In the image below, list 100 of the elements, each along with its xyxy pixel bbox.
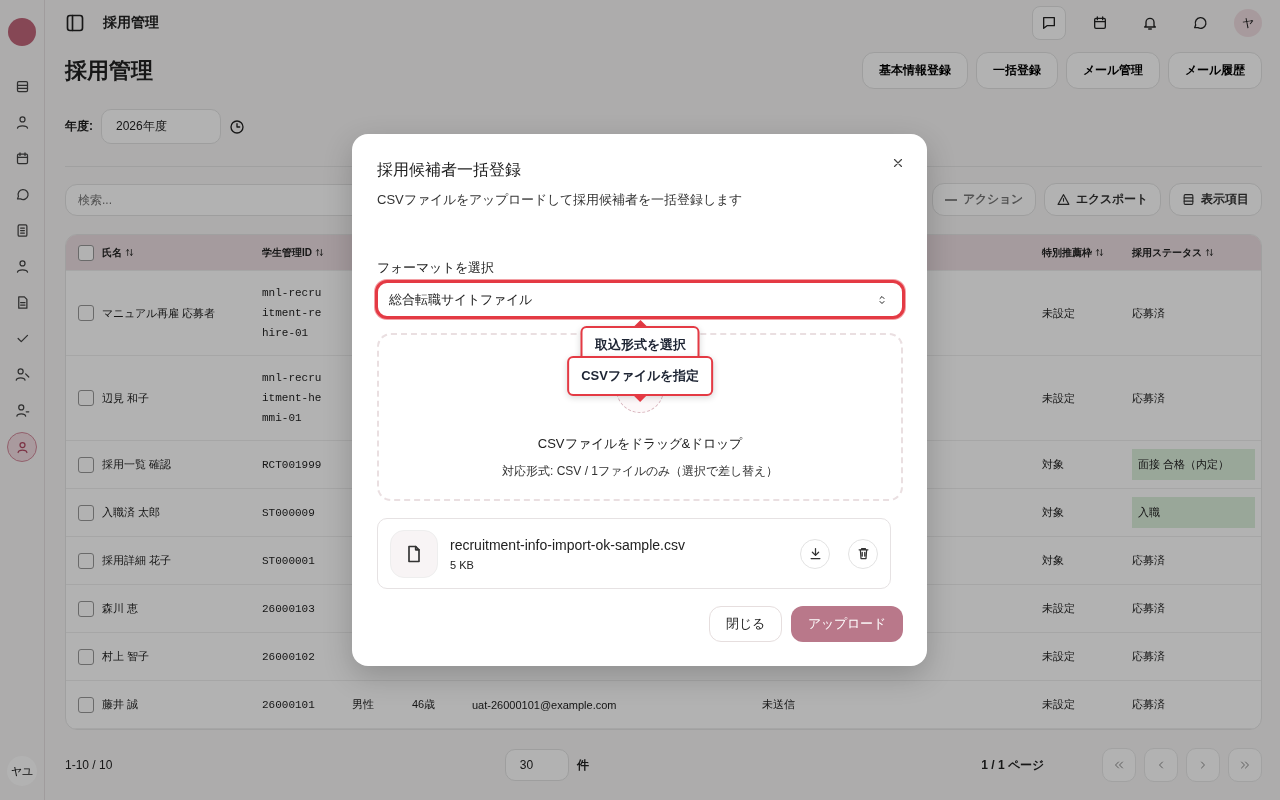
row-checkbox[interactable] — [78, 648, 94, 665]
column-header[interactable]: 学生管理ID — [262, 245, 352, 260]
page-indicator: 1 / 1 ページ — [981, 756, 1044, 774]
close-icon — [891, 156, 905, 170]
table-cell-text: RCT001999 — [262, 457, 323, 473]
table-cell-text: mnl-recruitment-hemmi-01 — [262, 371, 323, 426]
table-cell-text: 未設定 — [1042, 305, 1076, 321]
table-cell-text: 森川 恵 — [102, 601, 140, 616]
bell-icon — [1142, 15, 1158, 31]
column-header[interactable]: 特別推薦枠 — [1042, 245, 1132, 260]
table-cell-text: 入職済 太郎 — [102, 505, 162, 520]
file-size: 5 KB — [450, 558, 475, 571]
nav-icon — [14, 150, 30, 166]
nav-icon — [14, 114, 30, 130]
dialog-title: 採用候補者一括登録 — [377, 160, 521, 180]
select-all-checkbox[interactable] — [78, 244, 94, 261]
header-title: 採用管理 — [103, 14, 159, 32]
status-badge: 面接 合格（内定） — [1132, 449, 1255, 480]
download-button[interactable] — [800, 538, 830, 569]
row-checkbox[interactable] — [78, 600, 94, 617]
page-size-select[interactable]: 30 — [504, 749, 569, 781]
table-cell-text: マニュアル再雇 応募者 — [102, 305, 217, 321]
action-button[interactable]: メール履歴 — [1168, 52, 1262, 89]
row-checkbox[interactable] — [78, 552, 94, 569]
chat-button[interactable] — [1032, 6, 1066, 40]
table-cell-text: 男性 — [352, 697, 375, 712]
download-icon — [807, 546, 823, 561]
table-cell-text: 辺見 和子 — [102, 390, 151, 406]
minus-icon — [945, 198, 957, 201]
table-cell-text: 未設定 — [1042, 601, 1076, 616]
table-cell-text: 未設定 — [1042, 649, 1076, 664]
action-button[interactable]: メール管理 — [1066, 52, 1160, 89]
drop-zone-hint: 対応形式: CSV / 1ファイルのみ（選択で差し替え） — [502, 463, 778, 480]
table-cell-text: 対象 — [1042, 505, 1065, 520]
format-select[interactable]: 総合転職サイトファイル — [375, 280, 905, 319]
toolbar-button[interactable]: エクスポート — [1044, 183, 1161, 216]
delete-button[interactable] — [848, 538, 878, 569]
row-checkbox[interactable] — [78, 504, 94, 521]
nav-icon — [14, 222, 30, 238]
clock-icon — [229, 118, 245, 135]
drop-zone-title: CSVファイルをドラッグ&ドロップ — [537, 435, 743, 453]
year-label: 年度: — [65, 118, 93, 135]
row-checkbox[interactable] — [78, 390, 94, 406]
double-chevron-left-icon — [1113, 759, 1125, 771]
table-cell-text: 応募済 — [1132, 305, 1166, 321]
table-cell-text: ST000009 — [262, 505, 316, 521]
table-cell-text: 対象 — [1042, 457, 1065, 472]
row-range: 1-10 / 10 — [65, 758, 113, 772]
table-cell-text: 応募済 — [1132, 601, 1166, 616]
column-header[interactable]: 採用ステータス — [1132, 245, 1261, 260]
table-cell-text: 採用一覧 確認 — [102, 457, 173, 472]
nav-icon — [14, 78, 30, 94]
year-select[interactable]: 2026年度 — [101, 109, 221, 144]
nav-icon — [14, 366, 30, 382]
field-label: フォーマットを選択 — [377, 259, 495, 277]
row-checkbox[interactable] — [78, 305, 94, 321]
table-cell-text: 村上 智子 — [102, 649, 151, 664]
app-logo — [8, 18, 36, 46]
user-avatar[interactable]: ヤユ — [7, 756, 37, 786]
sort-icon — [315, 248, 324, 257]
table-cell-text: 26000103 — [262, 601, 316, 617]
sidebar-toggle-icon — [65, 13, 85, 33]
table-cell-text: 46歳 — [412, 697, 437, 712]
page-title: 採用管理 — [65, 56, 154, 85]
table-cell-text: 未設定 — [1042, 390, 1076, 406]
table-cell-text: 26000101 — [262, 697, 316, 713]
table-cell-text: 未設定 — [1042, 697, 1076, 712]
table-cell-text: 藤井 誠 — [102, 697, 140, 712]
close-dialog-button[interactable]: 閉じる — [709, 606, 782, 642]
table-cell-text: ST000001 — [262, 553, 316, 569]
column-header[interactable]: 氏名 — [102, 245, 262, 260]
action-button[interactable]: 一括登録 — [976, 52, 1058, 89]
sort-icon — [125, 248, 134, 257]
double-chevron-right-icon — [1239, 759, 1251, 771]
message-icon — [1192, 15, 1208, 31]
action-button[interactable]: 基本情報登録 — [862, 52, 968, 89]
table-cell-text: 対象 — [1042, 553, 1065, 568]
nav-icon — [14, 258, 30, 274]
row-checkbox[interactable] — [78, 696, 94, 713]
table-cell-text: 応募済 — [1132, 649, 1166, 664]
chat-icon — [1041, 15, 1057, 31]
file-name: recruitment-info-import-ok-sample.csv — [450, 536, 685, 553]
table-cell-text: mnl-recruitment-rehire-01 — [262, 286, 323, 341]
warning-icon — [1057, 193, 1070, 206]
calendar-icon — [1092, 15, 1108, 31]
nav-icon — [14, 402, 30, 418]
columns-icon — [1182, 193, 1195, 206]
table-cell-text: 応募済 — [1132, 553, 1166, 568]
table-cell-text: 26000102 — [262, 649, 316, 665]
row-checkbox[interactable] — [78, 456, 94, 473]
table-cell-text: 応募済 — [1132, 697, 1166, 712]
status-badge: 入職 — [1132, 497, 1255, 528]
table-cell-text: 応募済 — [1132, 390, 1166, 406]
sort-icon — [1095, 248, 1104, 257]
nav-item[interactable] — [7, 432, 37, 462]
table-cell-text: uat-26000101@example.com — [472, 698, 618, 711]
user-avatar[interactable]: ヤ — [1234, 9, 1262, 37]
toolbar-button[interactable]: 表示項目 — [1169, 183, 1262, 216]
chevron-updown-icon — [876, 293, 888, 306]
table-cell-text: 採用詳細 花子 — [102, 553, 173, 568]
